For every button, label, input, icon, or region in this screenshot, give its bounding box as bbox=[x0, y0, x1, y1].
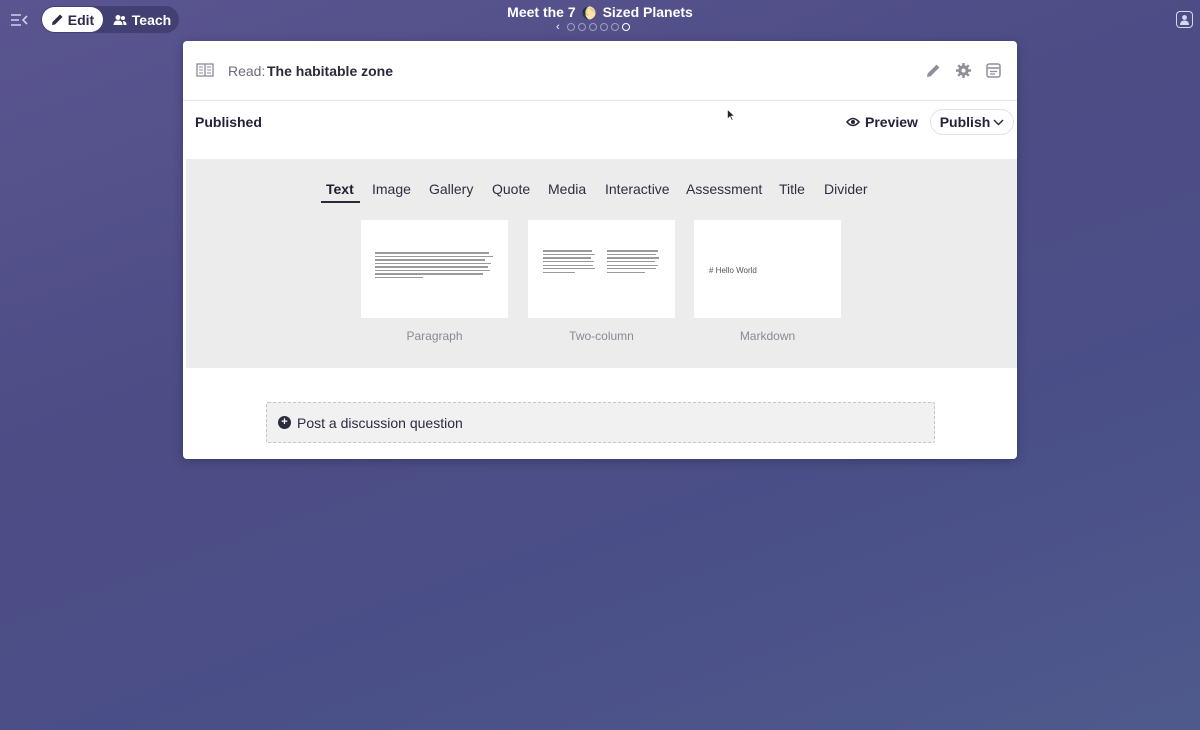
two-column-tile[interactable] bbox=[528, 220, 675, 318]
paragraph-caption: Paragraph bbox=[406, 329, 463, 343]
tab-gallery[interactable]: Gallery bbox=[429, 181, 473, 197]
plus-circle-icon: + bbox=[278, 416, 291, 429]
card-header: Read: The habitable zone bbox=[183, 41, 1017, 101]
edit-pencil-icon[interactable] bbox=[925, 62, 942, 79]
page-title: Meet the 7 🌔 Sized Planets bbox=[0, 4, 1200, 20]
block-title: The habitable zone bbox=[267, 63, 394, 79]
tab-divider[interactable]: Divider bbox=[824, 181, 868, 197]
paragraph-preview bbox=[375, 250, 495, 280]
preview-label: Preview bbox=[865, 114, 918, 130]
block-type-tabs: Text Image Gallery Quote Media Interacti… bbox=[186, 181, 1017, 203]
markdown-tile[interactable]: # Hello World bbox=[694, 220, 841, 318]
tab-interactive[interactable]: Interactive bbox=[605, 181, 670, 197]
tab-quote[interactable]: Quote bbox=[492, 181, 530, 197]
column-right-preview bbox=[607, 248, 661, 275]
pager-dot[interactable] bbox=[599, 23, 608, 31]
notes-icon[interactable] bbox=[985, 62, 1002, 79]
page-pager: ‹ bbox=[556, 21, 630, 33]
tab-assessment[interactable]: Assessment bbox=[686, 181, 762, 197]
user-icon bbox=[1180, 15, 1189, 25]
tab-title[interactable]: Title bbox=[779, 181, 805, 197]
active-tab-indicator bbox=[321, 201, 360, 203]
read-label: Read: bbox=[228, 63, 266, 79]
column-left-preview bbox=[543, 248, 597, 275]
pager-dot[interactable] bbox=[588, 23, 597, 31]
chevron-down-icon bbox=[993, 119, 1004, 125]
content-block-card: Read: The habitable zone Published Previ… bbox=[183, 41, 1017, 459]
markdown-preview: # Hello World bbox=[709, 266, 757, 275]
tab-text[interactable]: Text bbox=[326, 181, 354, 197]
tab-media[interactable]: Media bbox=[548, 181, 586, 197]
pager-dot[interactable] bbox=[577, 23, 586, 31]
page-title-suffix: Sized Planets bbox=[602, 4, 693, 20]
markdown-caption: Markdown bbox=[739, 329, 796, 343]
publish-status: Published bbox=[195, 114, 262, 130]
moon-icon: 🌔 bbox=[581, 6, 597, 20]
eye-icon bbox=[846, 117, 860, 127]
gear-icon[interactable] bbox=[955, 62, 972, 79]
status-row: Published Preview Publish bbox=[183, 101, 1017, 159]
chevron-left-icon[interactable]: ‹ bbox=[556, 21, 560, 33]
top-bar: Edit Teach Meet the 7 🌔 Sized Planets ‹ bbox=[0, 0, 1200, 40]
preview-button[interactable]: Preview bbox=[846, 112, 918, 132]
pager-dot-active[interactable] bbox=[621, 23, 630, 31]
mouse-cursor-icon bbox=[727, 109, 735, 121]
book-icon bbox=[196, 63, 214, 77]
post-discussion-question-button[interactable]: + Post a discussion question bbox=[266, 402, 935, 443]
two-column-caption: Two-column bbox=[569, 329, 634, 343]
publish-label: Publish bbox=[939, 114, 991, 130]
profile-icon[interactable] bbox=[1176, 11, 1193, 28]
pager-dot[interactable] bbox=[566, 23, 575, 31]
publish-dropdown[interactable]: Publish bbox=[930, 109, 1014, 135]
block-type-picker: Text Image Gallery Quote Media Interacti… bbox=[186, 159, 1017, 368]
page-title-prefix: Meet the 7 bbox=[507, 4, 576, 20]
discussion-label: Post a discussion question bbox=[297, 415, 463, 431]
pager-dot[interactable] bbox=[610, 23, 619, 31]
paragraph-tile[interactable] bbox=[361, 220, 508, 318]
tab-image[interactable]: Image bbox=[372, 181, 411, 197]
